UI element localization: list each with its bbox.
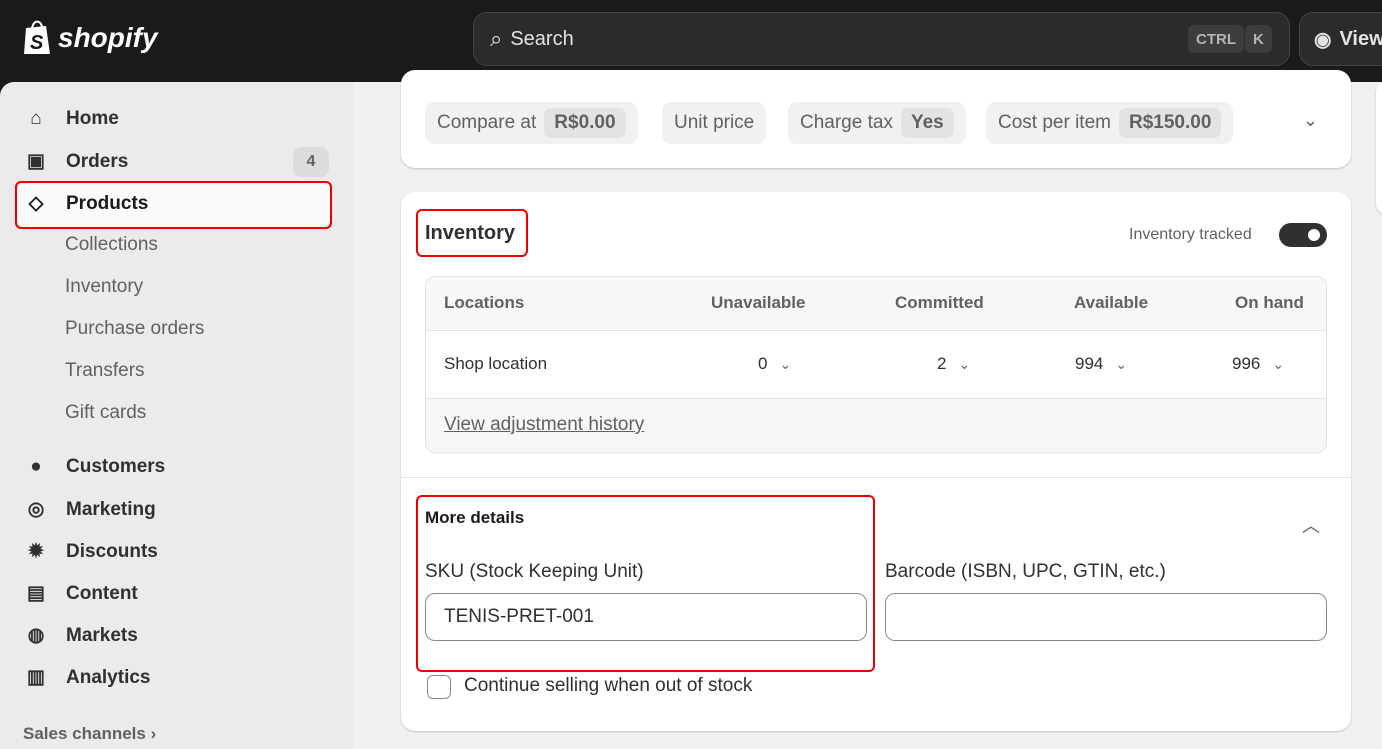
- sidebar-item-customers[interactable]: ● Customers: [24, 456, 165, 478]
- label: Unit price: [674, 112, 755, 133]
- highlight-box: [416, 495, 875, 672]
- sidebar-item-collections[interactable]: Collections: [65, 234, 158, 256]
- continue-selling-label: Continue selling when out of stock: [464, 675, 753, 696]
- home-icon: ⌂: [30, 108, 42, 129]
- sidebar-item-orders[interactable]: ▣ Orders: [24, 150, 128, 173]
- sidebar-item-markets[interactable]: ◍ Markets: [24, 624, 138, 647]
- col-header: Available: [1074, 293, 1149, 312]
- sidebar-item-discounts[interactable]: ✹ Discounts: [24, 540, 158, 563]
- value: 2: [937, 354, 947, 373]
- inbox-icon: ▣: [27, 151, 45, 172]
- highlight-box: [15, 181, 332, 229]
- side-card: [1376, 82, 1382, 214]
- on-hand-dropdown[interactable]: 996 ⌄: [1232, 354, 1284, 374]
- inventory-tracked-toggle[interactable]: [1279, 223, 1327, 247]
- sales-channels-link[interactable]: Sales channels ›: [23, 724, 156, 744]
- charge-tax-chip[interactable]: Charge tax Yes: [788, 102, 966, 144]
- unit-price-chip[interactable]: Unit price: [662, 102, 767, 144]
- sidebar-item-gift-cards[interactable]: Gift cards: [65, 402, 146, 424]
- inventory-tracked-label: Inventory tracked: [1129, 226, 1252, 243]
- value: 0: [758, 354, 768, 373]
- chevron-down-icon: ⌄: [779, 356, 792, 372]
- location-cell: Shop location: [444, 354, 548, 373]
- chevron-down-icon: ⌄: [958, 356, 971, 372]
- view-store-button[interactable]: ◉ View: [1299, 12, 1382, 66]
- shopify-logo[interactable]: S shopify: [22, 20, 158, 56]
- discount-icon: ✹: [28, 541, 44, 562]
- search-placeholder: Search: [510, 27, 574, 50]
- highlight-box: [416, 209, 528, 257]
- committed-dropdown[interactable]: 2 ⌄: [937, 354, 970, 374]
- bar-chart-icon: ▥: [27, 667, 45, 688]
- globe-icon: ◍: [27, 625, 45, 646]
- label: Compare at: [437, 112, 537, 133]
- kbd-ctrl: CTRL: [1188, 25, 1244, 53]
- label: Marketing: [66, 498, 156, 520]
- sidebar-item-analytics[interactable]: ▥ Analytics: [24, 666, 150, 689]
- label: Cost per item: [998, 112, 1111, 133]
- label: Content: [66, 582, 138, 604]
- target-icon: ◎: [27, 499, 45, 520]
- value: 994: [1075, 354, 1104, 373]
- sidebar-item-marketing[interactable]: ◎ Marketing: [24, 498, 156, 521]
- chevron-down-icon: ⌄: [1115, 356, 1128, 372]
- chevron-down-icon[interactable]: ⌄: [1303, 110, 1318, 131]
- value: R$0.00: [544, 108, 626, 138]
- kbd-k: K: [1245, 25, 1272, 53]
- sidebar-item-purchase-orders[interactable]: Purchase orders: [65, 318, 204, 340]
- col-header: Unavailable: [711, 293, 806, 312]
- value: 996: [1232, 354, 1261, 373]
- col-header: On hand: [1235, 293, 1304, 312]
- unavailable-dropdown[interactable]: 0 ⌄: [758, 354, 791, 374]
- label: Discounts: [66, 540, 158, 562]
- person-icon: ●: [30, 456, 42, 477]
- eye-icon: ◉: [1314, 28, 1332, 51]
- available-dropdown[interactable]: 994 ⌄: [1075, 354, 1127, 374]
- chevron-up-icon[interactable]: ︿: [1302, 512, 1320, 538]
- label: Home: [66, 108, 119, 129]
- value: Yes: [900, 108, 954, 138]
- label: Sales channels: [23, 724, 146, 743]
- compare-at-chip[interactable]: Compare at R$0.00: [425, 102, 638, 144]
- image-icon: ▤: [27, 583, 45, 604]
- label: Orders: [66, 150, 129, 172]
- shopping-bag-icon: S: [24, 20, 50, 54]
- inventory-table: Locations Unavailable Committed Availabl…: [425, 276, 1327, 453]
- sidebar-item-home[interactable]: ⌂ Home: [24, 108, 119, 130]
- col-header: Locations: [444, 293, 525, 312]
- view-label: View: [1339, 27, 1382, 50]
- value: R$150.00: [1118, 108, 1222, 138]
- label: Analytics: [66, 666, 151, 688]
- col-header: Committed: [895, 293, 984, 312]
- continue-selling-checkbox[interactable]: [427, 675, 451, 699]
- label: Charge tax: [800, 112, 893, 133]
- sidebar-item-content[interactable]: ▤ Content: [24, 582, 138, 605]
- sidebar-item-inventory[interactable]: Inventory: [65, 276, 143, 298]
- cost-per-item-chip[interactable]: Cost per item R$150.00: [986, 102, 1234, 144]
- barcode-input[interactable]: [885, 593, 1327, 641]
- brand-name: shopify: [58, 22, 158, 53]
- search-input[interactable]: ⌕ Search CTRL K: [473, 12, 1290, 66]
- barcode-label: Barcode (ISBN, UPC, GTIN, etc.): [885, 561, 1166, 582]
- label: Markets: [66, 624, 138, 646]
- divider: [401, 477, 1351, 478]
- svg-text:S: S: [30, 32, 44, 54]
- sidebar-item-transfers[interactable]: Transfers: [65, 360, 145, 382]
- search-icon: ⌕: [490, 26, 503, 51]
- label: Customers: [66, 456, 166, 477]
- orders-count-badge: 4: [293, 147, 329, 177]
- chevron-down-icon: ⌄: [1272, 356, 1285, 372]
- view-adjustment-history-link[interactable]: View adjustment history: [444, 414, 644, 436]
